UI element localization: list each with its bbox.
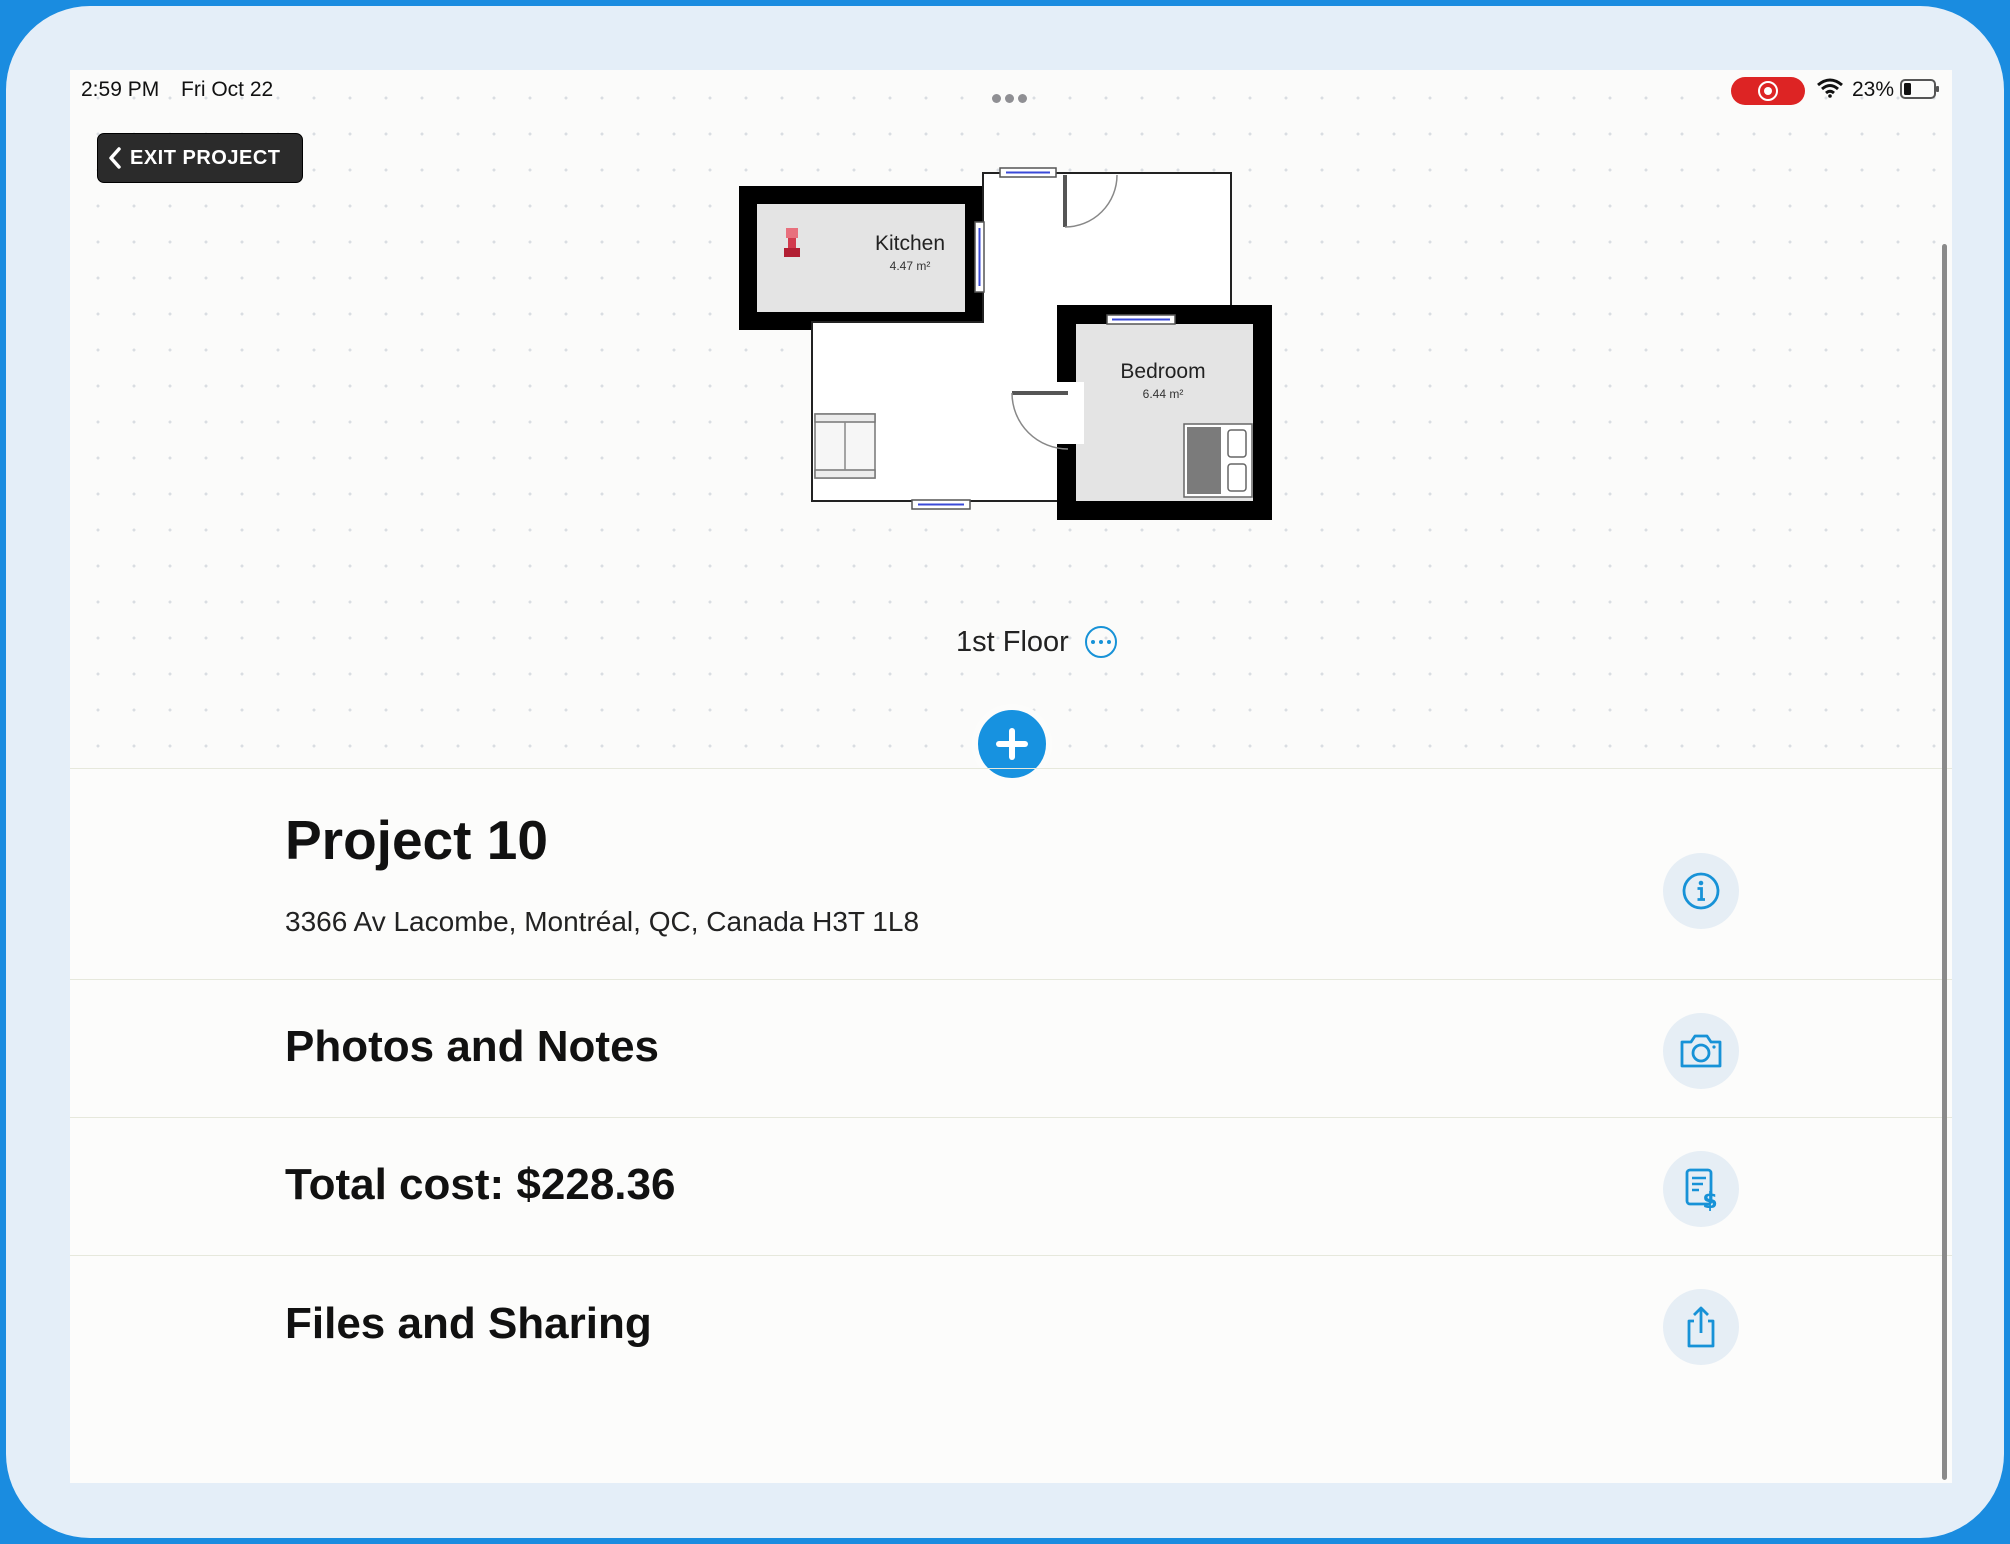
window <box>999 167 1057 178</box>
divider <box>70 1117 1952 1118</box>
invoice-dollar-icon: $ <box>1685 1168 1718 1211</box>
files-sharing-title: Files and Sharing <box>285 1299 652 1348</box>
floorplan-canvas[interactable]: 2:59 PM Fri Oct 22 23% EXIT PROJECT Kitc… <box>70 70 1952 768</box>
camera-icon <box>1680 1034 1722 1068</box>
bed-furniture[interactable] <box>1183 423 1253 498</box>
share-icon <box>1687 1306 1715 1348</box>
window <box>974 221 985 293</box>
window <box>911 499 971 510</box>
svg-text:$: $ <box>1702 1189 1717 1211</box>
project-address: 3366 Av Lacombe, Montréal, QC, Canada H3… <box>285 906 920 937</box>
divider <box>70 979 1952 980</box>
photos-notes-title: Photos and Notes <box>285 1022 660 1071</box>
room-area: 4.47 m² <box>889 259 931 273</box>
info-button[interactable] <box>1663 853 1739 929</box>
floor-more-options-icon[interactable] <box>1085 626 1117 658</box>
room-label-kitchen[interactable]: Kitchen 4.47 m² <box>850 232 970 273</box>
room-area: 6.44 m² <box>1142 387 1184 401</box>
floorplan-drawing[interactable] <box>70 70 1952 630</box>
project-title: Project 10 <box>285 809 548 871</box>
room-name: Bedroom <box>1120 360 1206 383</box>
share-button[interactable] <box>1663 1289 1739 1365</box>
info-icon <box>1682 872 1720 910</box>
app-screen: 2:59 PM Fri Oct 22 23% EXIT PROJECT Kitc… <box>70 70 1952 1483</box>
floor-name[interactable]: 1st Floor <box>956 626 1069 659</box>
sofa-furniture[interactable] <box>814 413 876 479</box>
photos-button[interactable] <box>1663 1013 1739 1089</box>
add-floor-button[interactable] <box>972 704 1052 784</box>
room-label-bedroom[interactable]: Bedroom 6.44 m² <box>1103 360 1223 401</box>
scrollbar[interactable] <box>1942 244 1947 1480</box>
divider <box>70 1255 1952 1256</box>
total-cost-title: Total cost: $228.36 <box>285 1160 676 1209</box>
divider <box>70 768 1952 769</box>
cost-button[interactable]: $ <box>1663 1151 1739 1227</box>
room-name: Kitchen <box>874 232 946 255</box>
window <box>1106 314 1176 325</box>
device-bezel: 2:59 PM Fri Oct 22 23% EXIT PROJECT Kitc… <box>6 6 2004 1538</box>
